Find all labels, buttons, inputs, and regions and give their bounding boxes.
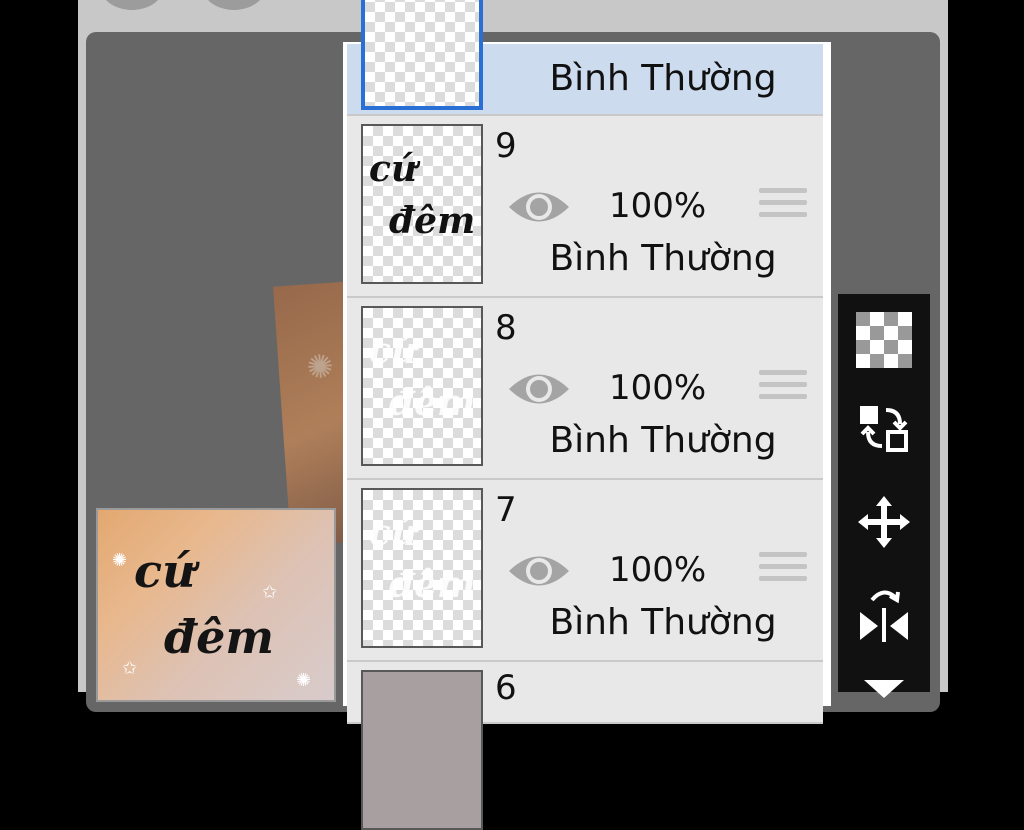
thumbnail-text-line-1: cứ	[369, 148, 418, 190]
swirl-icon: ✺	[112, 550, 128, 571]
opacity-value[interactable]: 100%	[609, 550, 729, 590]
flip-icon[interactable]	[856, 586, 912, 642]
layer-row-selected[interactable]: Bình Thường	[347, 0, 823, 116]
thumbnail-text-line-2: đêm	[389, 200, 476, 242]
layer-thumbnail[interactable]: cứ đêm	[361, 488, 483, 648]
drag-handle-icon[interactable]	[759, 188, 807, 224]
drag-handle-icon[interactable]	[759, 552, 807, 588]
canvas-preview[interactable]: ✺ ✩ ✩ ✺ cứ đêm	[96, 508, 336, 702]
blend-mode-label[interactable]: Bình Thường	[533, 238, 793, 279]
transparency-icon[interactable]	[856, 312, 912, 368]
thumbnail-text-line-2: đêm	[389, 382, 476, 424]
blend-mode-label[interactable]: Bình Thường	[533, 602, 793, 643]
layer-row-9[interactable]: cứ đêm 9 100% Bình Thường	[347, 116, 823, 298]
right-toolbar	[838, 294, 930, 698]
opacity-value[interactable]: 100%	[609, 368, 729, 408]
layer-panel: Bình Thường cứ đêm 9 100% Bình Thường cứ…	[343, 0, 831, 830]
star-icon: ✩	[262, 582, 278, 603]
drag-handle-icon[interactable]	[759, 370, 807, 406]
star-icon: ✩	[122, 658, 138, 679]
thumbnail-text-line-1: cứ	[369, 330, 418, 372]
layer-row-8[interactable]: cứ đêm 8 100% Bình Thường	[347, 298, 823, 480]
swirl-decoration-icon: ✺	[305, 346, 335, 387]
layer-number: 6	[495, 668, 517, 708]
visibility-eye-icon[interactable]	[507, 548, 571, 594]
layer-row-6[interactable]: 6	[347, 662, 823, 830]
top-circle-button-2[interactable]	[202, 0, 266, 10]
layer-thumbnail[interactable]	[361, 670, 483, 830]
thumbnail-text-line-1: cứ	[369, 512, 418, 554]
layer-thumbnail[interactable]: cứ đêm	[361, 306, 483, 466]
thumbnail-text-line-2: đêm	[389, 564, 476, 606]
layer-number: 7	[495, 490, 517, 530]
swirl-icon: ✺	[296, 670, 312, 691]
dropdown-icon[interactable]	[856, 670, 912, 726]
layer-number: 9	[495, 126, 517, 166]
preview-text-line-2: đêm	[164, 610, 275, 664]
opacity-value[interactable]: 100%	[609, 186, 729, 226]
visibility-eye-icon[interactable]	[507, 184, 571, 230]
visibility-eye-icon[interactable]	[507, 366, 571, 412]
preview-text-line-1: cứ	[134, 544, 196, 598]
move-icon[interactable]	[856, 494, 912, 550]
layer-number: 8	[495, 308, 517, 348]
layer-row-7[interactable]: cứ đêm 7 100% Bình Thường	[347, 480, 823, 662]
layer-thumbnail[interactable]	[361, 0, 483, 110]
blend-mode-label[interactable]: Bình Thường	[533, 420, 793, 461]
top-circle-button-1[interactable]	[100, 0, 164, 10]
layer-thumbnail[interactable]: cứ đêm	[361, 124, 483, 284]
blend-mode-label[interactable]: Bình Thường	[533, 58, 793, 99]
swap-icon[interactable]	[856, 400, 912, 456]
